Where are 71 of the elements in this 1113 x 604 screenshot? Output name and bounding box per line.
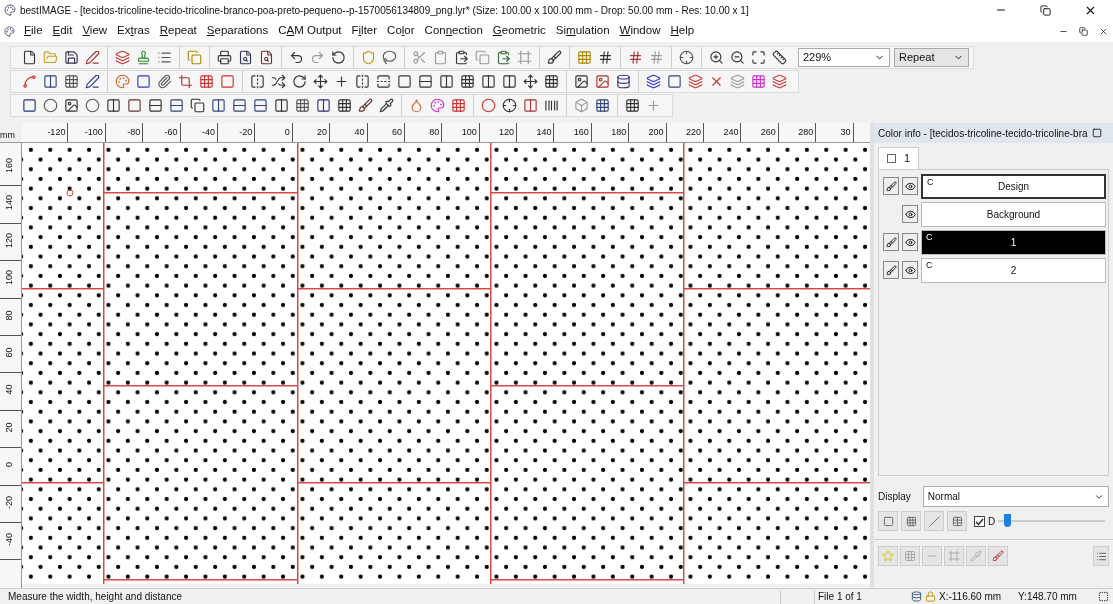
ruler-label: 140 <box>4 194 14 213</box>
color-tab[interactable]: 1 <box>878 147 920 169</box>
menu-item[interactable]: Edit <box>47 22 78 40</box>
ruler-label: 120 <box>479 123 518 142</box>
menu-item[interactable]: Separations <box>201 22 274 40</box>
ruler-label: -100 <box>68 123 106 142</box>
menu-item[interactable]: File <box>19 22 48 40</box>
mode-select[interactable]: Repeat <box>894 48 969 67</box>
layer-name: 1 <box>1010 235 1017 250</box>
layer-mark: C <box>926 258 933 272</box>
ruler-label: 200 <box>629 123 667 142</box>
ruler-label: 80 <box>404 123 443 142</box>
display-label: Display <box>878 490 911 504</box>
status-message: Measure the width, height and distance <box>7 590 183 604</box>
zoom-select[interactable]: 229% <box>798 48 890 67</box>
ruler-label: 30 <box>816 123 854 142</box>
ruler-label: 160 <box>4 157 14 175</box>
menu-item[interactable]: Filter <box>346 22 383 40</box>
ruler-label: 0 <box>4 461 14 470</box>
layer-swatch[interactable]: Background <box>921 201 1106 227</box>
menu-item[interactable]: CAM Output <box>273 22 347 40</box>
ruler-label: -20 <box>4 494 14 511</box>
ruler-label: 220 <box>666 123 705 142</box>
ruler-label: 100 <box>4 269 14 288</box>
ruler-label: -80 <box>105 123 144 142</box>
menu-item[interactable]: View <box>77 22 113 40</box>
menu-item[interactable]: Simulation <box>550 22 615 40</box>
ruler-label: 60 <box>367 123 405 142</box>
layer-mark: C <box>927 175 934 189</box>
ruler-label: 280 <box>778 123 817 142</box>
menu-item[interactable]: Help <box>665 22 700 40</box>
layer-mark: C <box>926 230 933 244</box>
menu-item[interactable]: Connection <box>419 22 488 40</box>
ruler-label: -20 <box>217 123 256 142</box>
layer-name: Background <box>986 207 1041 222</box>
layer-swatch[interactable]: C 1 <box>921 229 1106 255</box>
status-x: X:-116.60 mm <box>939 590 1003 604</box>
ruler-label: 120 <box>4 231 14 250</box>
ruler-label: 140 <box>517 123 555 142</box>
status-file: File 1 of 1 <box>817 590 863 604</box>
menu-item[interactable]: Color <box>382 22 420 40</box>
ruler-label: 160 <box>554 123 592 142</box>
ruler-label: 100 <box>442 123 480 142</box>
ruler-unit: mm <box>0 129 16 142</box>
display-select[interactable]: Normal <box>922 486 1109 507</box>
layer-name: 2 <box>1010 263 1017 278</box>
ruler-label: -120 <box>31 123 69 142</box>
menu-item[interactable]: Repeat <box>154 22 202 40</box>
menu-item[interactable]: Window <box>614 22 666 40</box>
ruler-label: 40 <box>4 383 14 397</box>
ruler-label: 20 <box>4 421 14 435</box>
ruler-label: 180 <box>591 123 630 142</box>
ruler-label: 240 <box>704 123 742 142</box>
ruler-label: 260 <box>741 123 779 142</box>
ruler-label: 60 <box>4 346 14 360</box>
panel-title: Color info - [tecidos-tricoline-tecido-tricoline-bra <box>878 126 1088 141</box>
ruler-label: 80 <box>4 309 14 323</box>
menu-item[interactable]: Geometric <box>487 22 551 40</box>
option-label: D <box>988 514 996 529</box>
ruler-label: 20 <box>292 123 331 142</box>
ruler-label: -60 <box>143 123 181 142</box>
window-title: bestIMAGE - [tecidos-tricoline-tecido-tricoline-branco-poa-preto-pequeno--p-1570056134809_png.lyr* (Size: 100.00 x 100.00 mm - Drop: 50.00 mm - Res: 10.00 x 1] <box>20 3 750 18</box>
layer-swatch[interactable]: C Design <box>921 173 1106 199</box>
status-y: Y:148.70 mm <box>1018 590 1078 604</box>
ruler-label: 40 <box>330 123 368 142</box>
ruler-label: -40 <box>4 531 14 548</box>
layer-swatch[interactable]: C 2 <box>921 257 1106 283</box>
ruler-label: 0 <box>255 123 293 142</box>
ruler-label: -40 <box>180 123 218 142</box>
layer-name: Design <box>997 179 1030 194</box>
menu-item[interactable]: Extras <box>112 22 155 40</box>
